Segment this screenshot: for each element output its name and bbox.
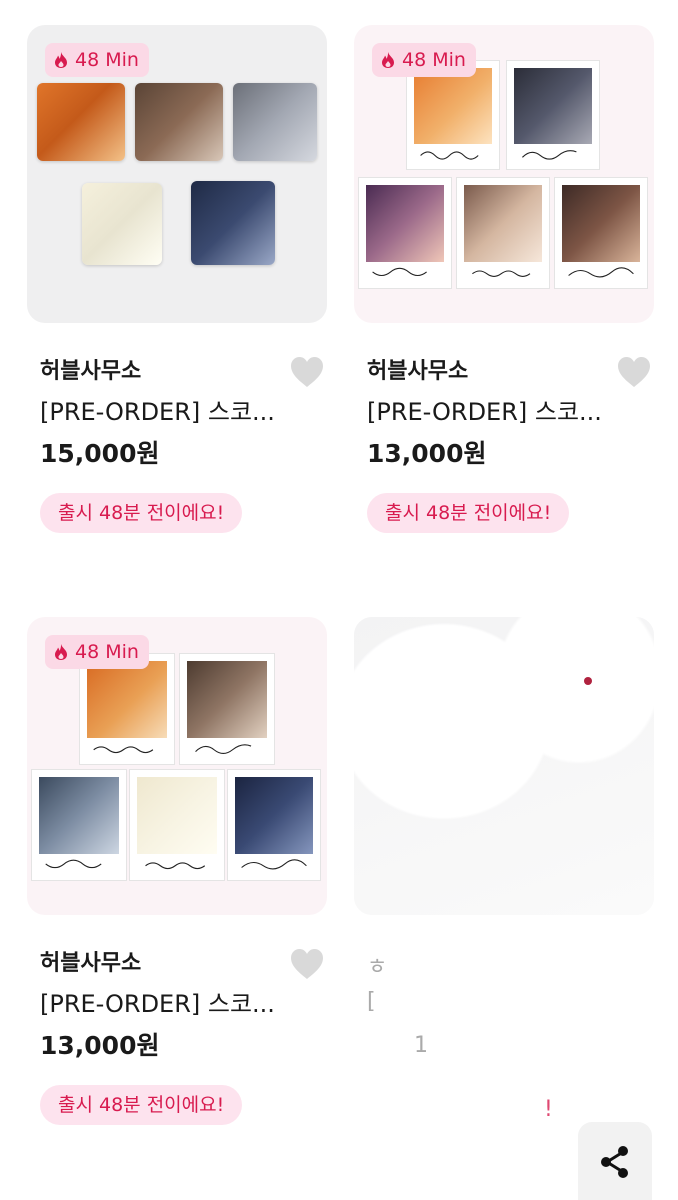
photocard-image: [233, 83, 317, 161]
polaroid-card: [129, 769, 225, 881]
polaroid-card: [227, 769, 321, 881]
product-thumbnail[interactable]: 48 Min: [27, 617, 327, 915]
countdown-text: 48 Min: [75, 641, 139, 663]
release-countdown-badge: 출시 48분 전이에요!: [367, 493, 570, 533]
photocard-image: [37, 83, 125, 161]
fire-icon: [55, 52, 67, 68]
product-grid-page: 48 Min 허블사무소 [PRE-ORDER] 스코... 15,000원 출…: [0, 0, 678, 1200]
share-button[interactable]: [578, 1122, 652, 1200]
product-price: 13,000원: [367, 439, 487, 468]
release-countdown-badge: 출시 48분 전이에요!: [40, 493, 243, 533]
product-card[interactable]: 48 Min 허블사무소 [PRE-ORDER] 스코... 15,000원 출…: [27, 25, 327, 533]
brand-name[interactable]: 허블사무소: [27, 949, 327, 979]
countdown-badge: 48 Min: [45, 635, 149, 669]
product-title[interactable]: [: [367, 989, 376, 1014]
release-countdown-badge: !: [544, 1097, 553, 1122]
polaroid-card: [179, 653, 275, 765]
product-title[interactable]: [PRE-ORDER] 스코...: [27, 395, 327, 429]
heart-icon[interactable]: [616, 355, 652, 389]
countdown-badge: 48 Min: [45, 43, 149, 77]
heart-icon[interactable]: [289, 947, 325, 981]
product-card[interactable]: 48 Min 허블사무소 [PRE-ORDER] 스코... 13,000원 출…: [354, 25, 654, 533]
polaroid-card: [554, 177, 648, 289]
brand-name[interactable]: 허블사무소: [27, 357, 327, 387]
countdown-text: 48 Min: [402, 49, 466, 71]
share-icon: [601, 1146, 628, 1178]
product-card[interactable]: 48 Min 허블사무소 [PRE-ORDER] 스코... 13,000원 출…: [27, 617, 327, 1125]
product-price: 15,000원: [40, 439, 160, 468]
product-thumbnail[interactable]: [354, 617, 654, 915]
fire-icon: [382, 52, 394, 68]
polaroid-card: [456, 177, 550, 289]
product-title[interactable]: [PRE-ORDER] 스코...: [27, 987, 327, 1021]
product-thumbnail[interactable]: 48 Min: [354, 25, 654, 323]
product-price: 13,000원: [40, 1031, 160, 1060]
photocard-image: [191, 181, 275, 265]
product-title[interactable]: [PRE-ORDER] 스코...: [354, 395, 654, 429]
photocard-image: [135, 83, 223, 161]
obscured-image: [354, 617, 654, 915]
brand-name[interactable]: ㅎ: [367, 949, 387, 981]
photocard-image: [82, 183, 162, 265]
release-countdown-badge: 출시 48분 전이에요!: [40, 1085, 243, 1125]
countdown-text: 48 Min: [75, 49, 139, 71]
product-price: 1: [414, 1033, 428, 1058]
fire-icon: [55, 644, 67, 660]
brand-name[interactable]: 허블사무소: [354, 357, 654, 387]
polaroid-card: [358, 177, 452, 289]
product-card[interactable]: ㅎ [ 1 !: [354, 617, 654, 1122]
polaroid-card: [506, 60, 600, 170]
polaroid-card: [31, 769, 127, 881]
countdown-badge: 48 Min: [372, 43, 476, 77]
polaroid-card: [79, 653, 175, 765]
product-thumbnail[interactable]: 48 Min: [27, 25, 327, 323]
heart-icon[interactable]: [289, 355, 325, 389]
image-fragment: [584, 677, 592, 685]
